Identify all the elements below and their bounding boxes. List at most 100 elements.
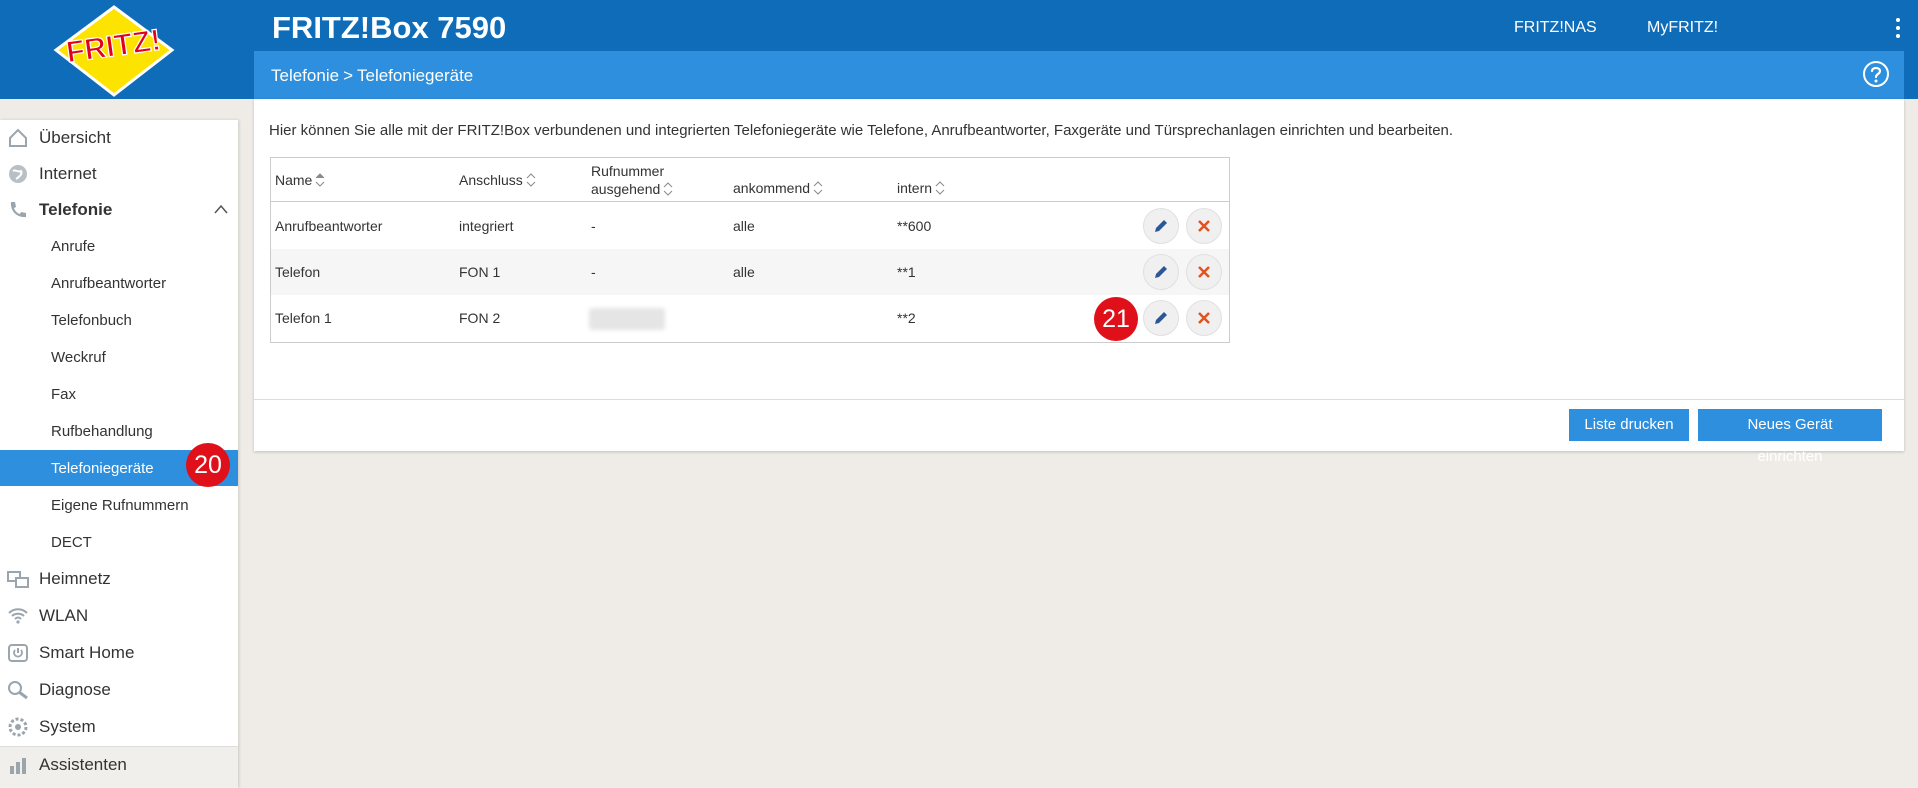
cell-name: Telefon [275, 264, 321, 280]
cell-intern: **1 [897, 264, 916, 280]
sidebar-subitem-label: Eigene Rufnummern [51, 497, 189, 514]
close-icon [1198, 266, 1210, 278]
sidebar-item-wlan[interactable]: WLAN [0, 598, 238, 634]
gear-icon [8, 717, 28, 737]
smarthome-icon [8, 644, 28, 662]
delete-button[interactable] [1186, 254, 1222, 290]
print-list-button[interactable]: Liste drucken [1569, 409, 1689, 441]
sidebar-subitem-label: Telefonbuch [51, 312, 132, 329]
sidebar-subitem-label: Weckruf [51, 349, 106, 366]
sidebar-item-uebersicht[interactable]: Übersicht [0, 120, 238, 156]
sort-icon[interactable] [315, 172, 325, 188]
network-icon [7, 571, 29, 588]
cell-anschluss: integriert [459, 218, 514, 234]
sidebar-item-label: Smart Home [39, 643, 135, 662]
sort-icon[interactable] [526, 172, 536, 188]
sidebar-subitem-label: Fax [51, 386, 77, 403]
sort-icon[interactable] [663, 181, 673, 197]
breadcrumb-parent[interactable]: Telefonie [271, 66, 339, 85]
sidebar-subitem-label: Anrufe [51, 238, 96, 255]
sidebar-item-label: Telefonie [39, 200, 113, 219]
product-title: FRITZ!Box 7590 [272, 10, 507, 45]
sidebar-item-label: Heimnetz [39, 569, 111, 588]
sidebar-subitem-label: Telefoniegeräte [51, 460, 154, 477]
breadcrumb: Telefonie > Telefoniegeräte [271, 66, 473, 86]
cell-ankommend: alle [733, 218, 755, 234]
column-header-ankommend[interactable]: ankommend [733, 180, 823, 196]
sidebar-subitem-fax[interactable]: Fax [0, 376, 238, 412]
sidebar-subitem-telefonbuch[interactable]: Telefonbuch [0, 302, 238, 338]
home-icon [9, 128, 27, 147]
table-row: Anrufbeantworter integriert - alle **600 [271, 203, 1229, 249]
cell-anschluss: FON 2 [459, 310, 501, 326]
cell-anschluss: FON 1 [459, 264, 501, 280]
edit-button[interactable] [1143, 300, 1179, 336]
table-header-row: Name Anschluss Rufnummer ausgehend ankomm… [271, 158, 1229, 202]
breadcrumb-current: Telefoniegeräte [357, 66, 474, 85]
sidebar-subitem-dect[interactable]: DECT [0, 524, 238, 560]
sort-icon[interactable] [813, 180, 823, 196]
chevron-up-icon[interactable] [213, 203, 229, 215]
sidebar-item-internet[interactable]: Internet [0, 156, 238, 192]
phone-icon [10, 202, 26, 218]
column-header-intern[interactable]: intern [897, 180, 945, 196]
close-icon [1198, 312, 1210, 324]
more-menu-icon[interactable] [1891, 16, 1905, 42]
redacted-number [589, 308, 665, 330]
delete-button[interactable] [1186, 300, 1222, 336]
myfritz-link[interactable]: MyFRITZ! [1647, 19, 1718, 37]
cell-ausgehend: - [591, 218, 596, 234]
new-device-button[interactable]: Neues Gerät einrichten [1698, 409, 1882, 465]
sidebar-subitem-weckruf[interactable]: Weckruf [0, 339, 238, 375]
sidebar-item-telefonie[interactable]: Telefonie [0, 192, 238, 228]
cell-intern: **600 [897, 218, 932, 234]
cell-intern: **2 [897, 310, 916, 326]
delete-button[interactable] [1186, 208, 1222, 244]
sidebar-item-smarthome[interactable]: Smart Home [0, 635, 238, 671]
column-header-rufnummer[interactable]: Rufnummer ausgehend [591, 162, 673, 198]
sidebar-item-label: Übersicht [39, 128, 111, 147]
pencil-icon [1155, 220, 1167, 232]
cell-ausgehend: - [591, 264, 596, 280]
column-header-name[interactable]: Name [275, 172, 325, 188]
footer-divider [254, 399, 1904, 400]
edit-button[interactable] [1143, 254, 1179, 290]
sidebar-subitem-anrufbeantworter[interactable]: Anrufbeantworter [0, 265, 238, 301]
wifi-icon [8, 608, 28, 624]
table-row: Telefon 1 FON 2 **2 [271, 295, 1229, 341]
sidebar-subitem-label: Rufbehandlung [51, 423, 153, 440]
diagnose-icon [8, 681, 28, 700]
pencil-icon [1155, 266, 1167, 278]
fritz-logo[interactable]: FRITZ! [52, 4, 176, 98]
sidebar-item-label: Diagnose [39, 680, 111, 699]
table-row: Telefon FON 1 - alle **1 [271, 249, 1229, 295]
sidebar-item-label: WLAN [39, 606, 89, 625]
sidebar-item-heimnetz[interactable]: Heimnetz [0, 561, 238, 597]
annotation-badge: 21 [1094, 297, 1138, 341]
sidebar-item-label: System [39, 717, 96, 736]
sidebar-subitem-label: Anrufbeantworter [51, 275, 167, 292]
wizard-icon [10, 758, 26, 774]
sidebar-subitem-anrufe[interactable]: Anrufe [0, 228, 238, 264]
annotation-badge: 20 [186, 443, 230, 487]
main-panel: Hier können Sie alle mit der FRITZ!Box v… [254, 99, 1904, 465]
breadcrumb-bar: Telefonie > Telefoniegeräte [254, 51, 1904, 99]
sidebar-subitem-eigene-rufnummern[interactable]: Eigene Rufnummern [0, 487, 238, 523]
cell-name: Anrufbeantworter [275, 218, 383, 234]
cell-ankommend: alle [733, 264, 755, 280]
help-icon[interactable] [1862, 60, 1890, 88]
pencil-icon [1155, 312, 1167, 324]
devices-table: Name Anschluss Rufnummer ausgehend ankomm… [270, 157, 1230, 343]
sidebar-item-diagnose[interactable]: Diagnose [0, 672, 238, 708]
cell-name: Telefon 1 [275, 310, 332, 326]
sidebar-subitem-label: DECT [51, 534, 92, 551]
sidebar-item-label: Assistenten [39, 755, 127, 774]
edit-button[interactable] [1143, 208, 1179, 244]
intro-text: Hier können Sie alle mit der FRITZ!Box v… [269, 122, 1454, 139]
sidebar-item-system[interactable]: System [0, 709, 238, 745]
column-header-anschluss[interactable]: Anschluss [459, 172, 536, 188]
fritz-nas-link[interactable]: FRITZ!NAS [1514, 19, 1597, 37]
sidebar-item-assistenten[interactable]: Assistenten [0, 746, 238, 788]
sidebar-item-label: Internet [39, 164, 97, 183]
sort-icon[interactable] [935, 180, 945, 196]
